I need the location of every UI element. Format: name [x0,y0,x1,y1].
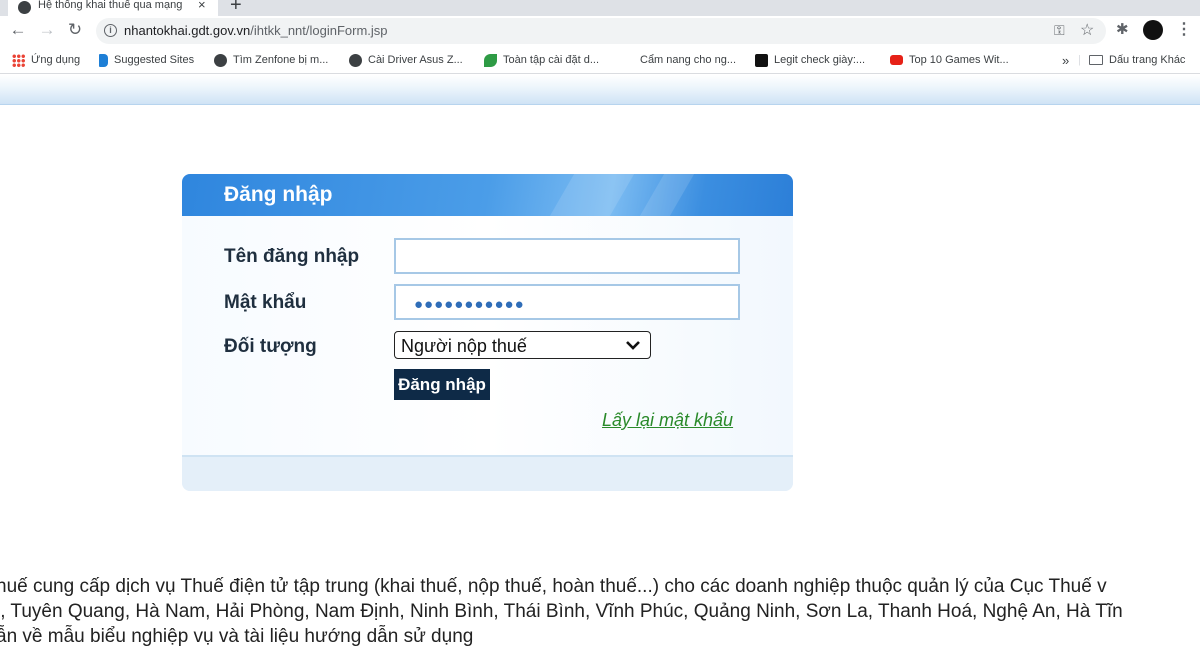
chevron-down-icon [626,341,640,350]
blank-icon [621,54,634,67]
password-mask: ●●●●●●●●●●● [414,296,525,313]
login-header: Đăng nhập [182,174,793,216]
url-text[interactable]: nhantokhai.gdt.gov.vn/ihtkk_nnt/loginFor… [124,23,388,38]
role-label: Đối tượng [224,336,317,357]
bookmark-install-guide[interactable]: Toàn tập cài đặt d... [484,52,599,68]
login-form: Tên đăng nhập Mật khẩu ●●●●●●●●●●● Đối t… [182,216,793,456]
username-label: Tên đăng nhập [224,246,360,267]
page-header-band [0,75,1200,105]
bookmark-handbook[interactable]: Cẩm nang cho ng... [621,52,736,68]
login-button[interactable]: Đăng nhập [394,369,490,400]
bookmark-label: Dấu trang Khác [1109,54,1186,66]
star-bookmark-icon[interactable]: ☆ [1080,20,1094,40]
bookmark-asus-driver[interactable]: Cài Driver Asus Z... [349,52,463,68]
bookmark-zenfone[interactable]: Tìm Zenfone bị m... [214,52,328,68]
browser-tab[interactable]: Hệ thống khai thuế qua mạng × [8,0,218,16]
role-select[interactable]: Người nộp thuế [394,331,651,359]
url-path: /ihtkk_nnt/loginForm.jsp [250,23,388,38]
apps-grid-icon [12,53,25,67]
youtube-icon [890,55,903,65]
forgot-password-link[interactable]: Lấy lại mật khẩu [602,410,733,431]
intro-line: huế cung cấp dịch vụ Thuế điện tử tập tr… [0,576,1107,597]
header-decoration [639,174,695,216]
back-arrow-icon[interactable]: ← [8,20,28,40]
bookmark-label: Ứng dụng [31,54,81,66]
leaf-icon [484,53,497,67]
bookmark-legit-check[interactable]: Legit check giày:... [755,52,865,68]
nd-logo-icon [755,53,768,67]
intro-line: ẫn về mẫu biểu nghiệp vụ và tài liệu hướ… [0,626,474,647]
forward-arrow-icon[interactable]: → [37,20,57,40]
folder-icon [1089,55,1103,65]
browser-menu-icon[interactable]: ⋮ [1176,19,1192,39]
address-bar[interactable]: i nhantokhai.gdt.gov.vn/ihtkk_nnt/loginF… [96,18,1106,44]
tab-strip: Hệ thống khai thuế qua mạng × + [0,0,1200,16]
bookmark-label: Toàn tập cài đặt d... [503,54,600,66]
password-input[interactable]: ●●●●●●●●●●● [394,284,740,320]
login-panel: Đăng nhập Tên đăng nhập Mật khẩu ●●●●●●●… [182,174,793,491]
login-footer [182,455,793,491]
role-selected-value: Người nộp thuế [401,336,527,356]
login-title: Đăng nhập [224,183,333,206]
new-tab-button[interactable]: + [230,0,242,16]
password-label: Mật khẩu [224,292,307,313]
key-icon[interactable]: ⚿ [1054,22,1065,39]
bookmark-label: Legit check giày:... [774,54,866,66]
globe-icon [214,53,227,67]
reload-icon[interactable]: ↻ [65,20,85,40]
other-bookmarks-folder[interactable]: Dấu trang Khác [1089,52,1185,68]
intro-text: huế cung cấp dịch vụ Thuế điện tử tập tr… [0,574,1200,649]
bookmark-label: Cài Driver Asus Z... [368,54,463,66]
bookmarks-bar: Ứng dụng Suggested Sites Tìm Zenfone bị … [0,46,1200,74]
bing-icon [99,53,108,67]
bookmark-apps[interactable]: Ứng dụng [12,52,80,68]
globe-icon [18,1,31,14]
globe-icon [349,53,362,67]
profile-avatar[interactable] [1143,20,1163,40]
bookmark-label: Top 10 Games Wit... [909,54,1009,66]
bookmark-top-games[interactable]: Top 10 Games Wit... [890,52,1009,68]
bookmark-label: Cẩm nang cho ng... [640,54,737,66]
intro-line: i, Tuyên Quang, Hà Nam, Hải Phòng, Nam Đ… [0,601,1123,622]
close-tab-icon[interactable]: × [198,0,206,12]
header-decoration [549,174,635,216]
bookmarks-divider: | [1078,54,1081,66]
bookmark-label: Suggested Sites [114,54,195,66]
bookmarks-overflow-button[interactable]: » [1062,52,1069,68]
extensions-puzzle-icon[interactable]: ✱ [1116,20,1129,38]
site-info-icon[interactable]: i [104,24,117,37]
bookmark-suggested-sites[interactable]: Suggested Sites [99,52,194,68]
tab-title: Hệ thống khai thuế qua mạng [38,0,183,11]
browser-toolbar: ← → ↻ i nhantokhai.gdt.gov.vn/ihtkk_nnt/… [0,16,1200,46]
url-host: nhantokhai.gdt.gov.vn [124,23,251,38]
username-input[interactable] [394,238,740,274]
bookmark-label: Tìm Zenfone bị m... [233,54,329,66]
